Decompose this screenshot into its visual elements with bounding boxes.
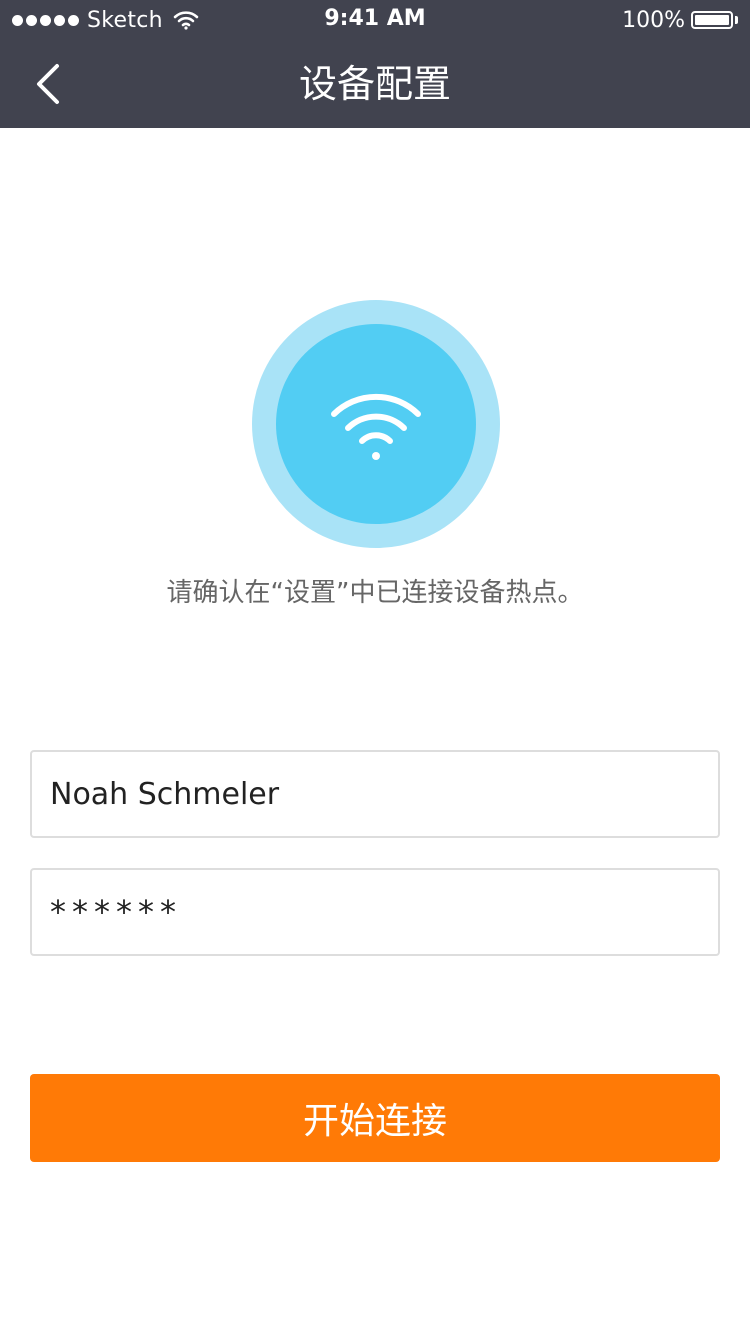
start-connect-button[interactable]: 开始连接 [30,1074,720,1162]
header: Sketch 9:41 AM 100% 设备配置 [0,0,750,128]
battery-tip [735,16,738,24]
password-input[interactable]: ****** [30,868,720,956]
battery-percent: 100% [622,7,685,33]
ssid-input[interactable]: Noah Schmeler [30,750,720,838]
chevron-left-icon [37,64,59,104]
page-title: 设备配置 [298,62,451,106]
battery-icon [691,11,733,29]
nav-bar: 设备配置 [0,40,750,128]
wifi-icon [331,393,421,460]
status-bar: Sketch 9:41 AM 100% [0,0,750,40]
hotspot-hint: 请确认在“设置”中已连接设备热点。 [166,578,584,608]
wifi-badge [276,324,476,524]
status-right: 100% [622,6,738,34]
back-button[interactable] [18,54,78,114]
